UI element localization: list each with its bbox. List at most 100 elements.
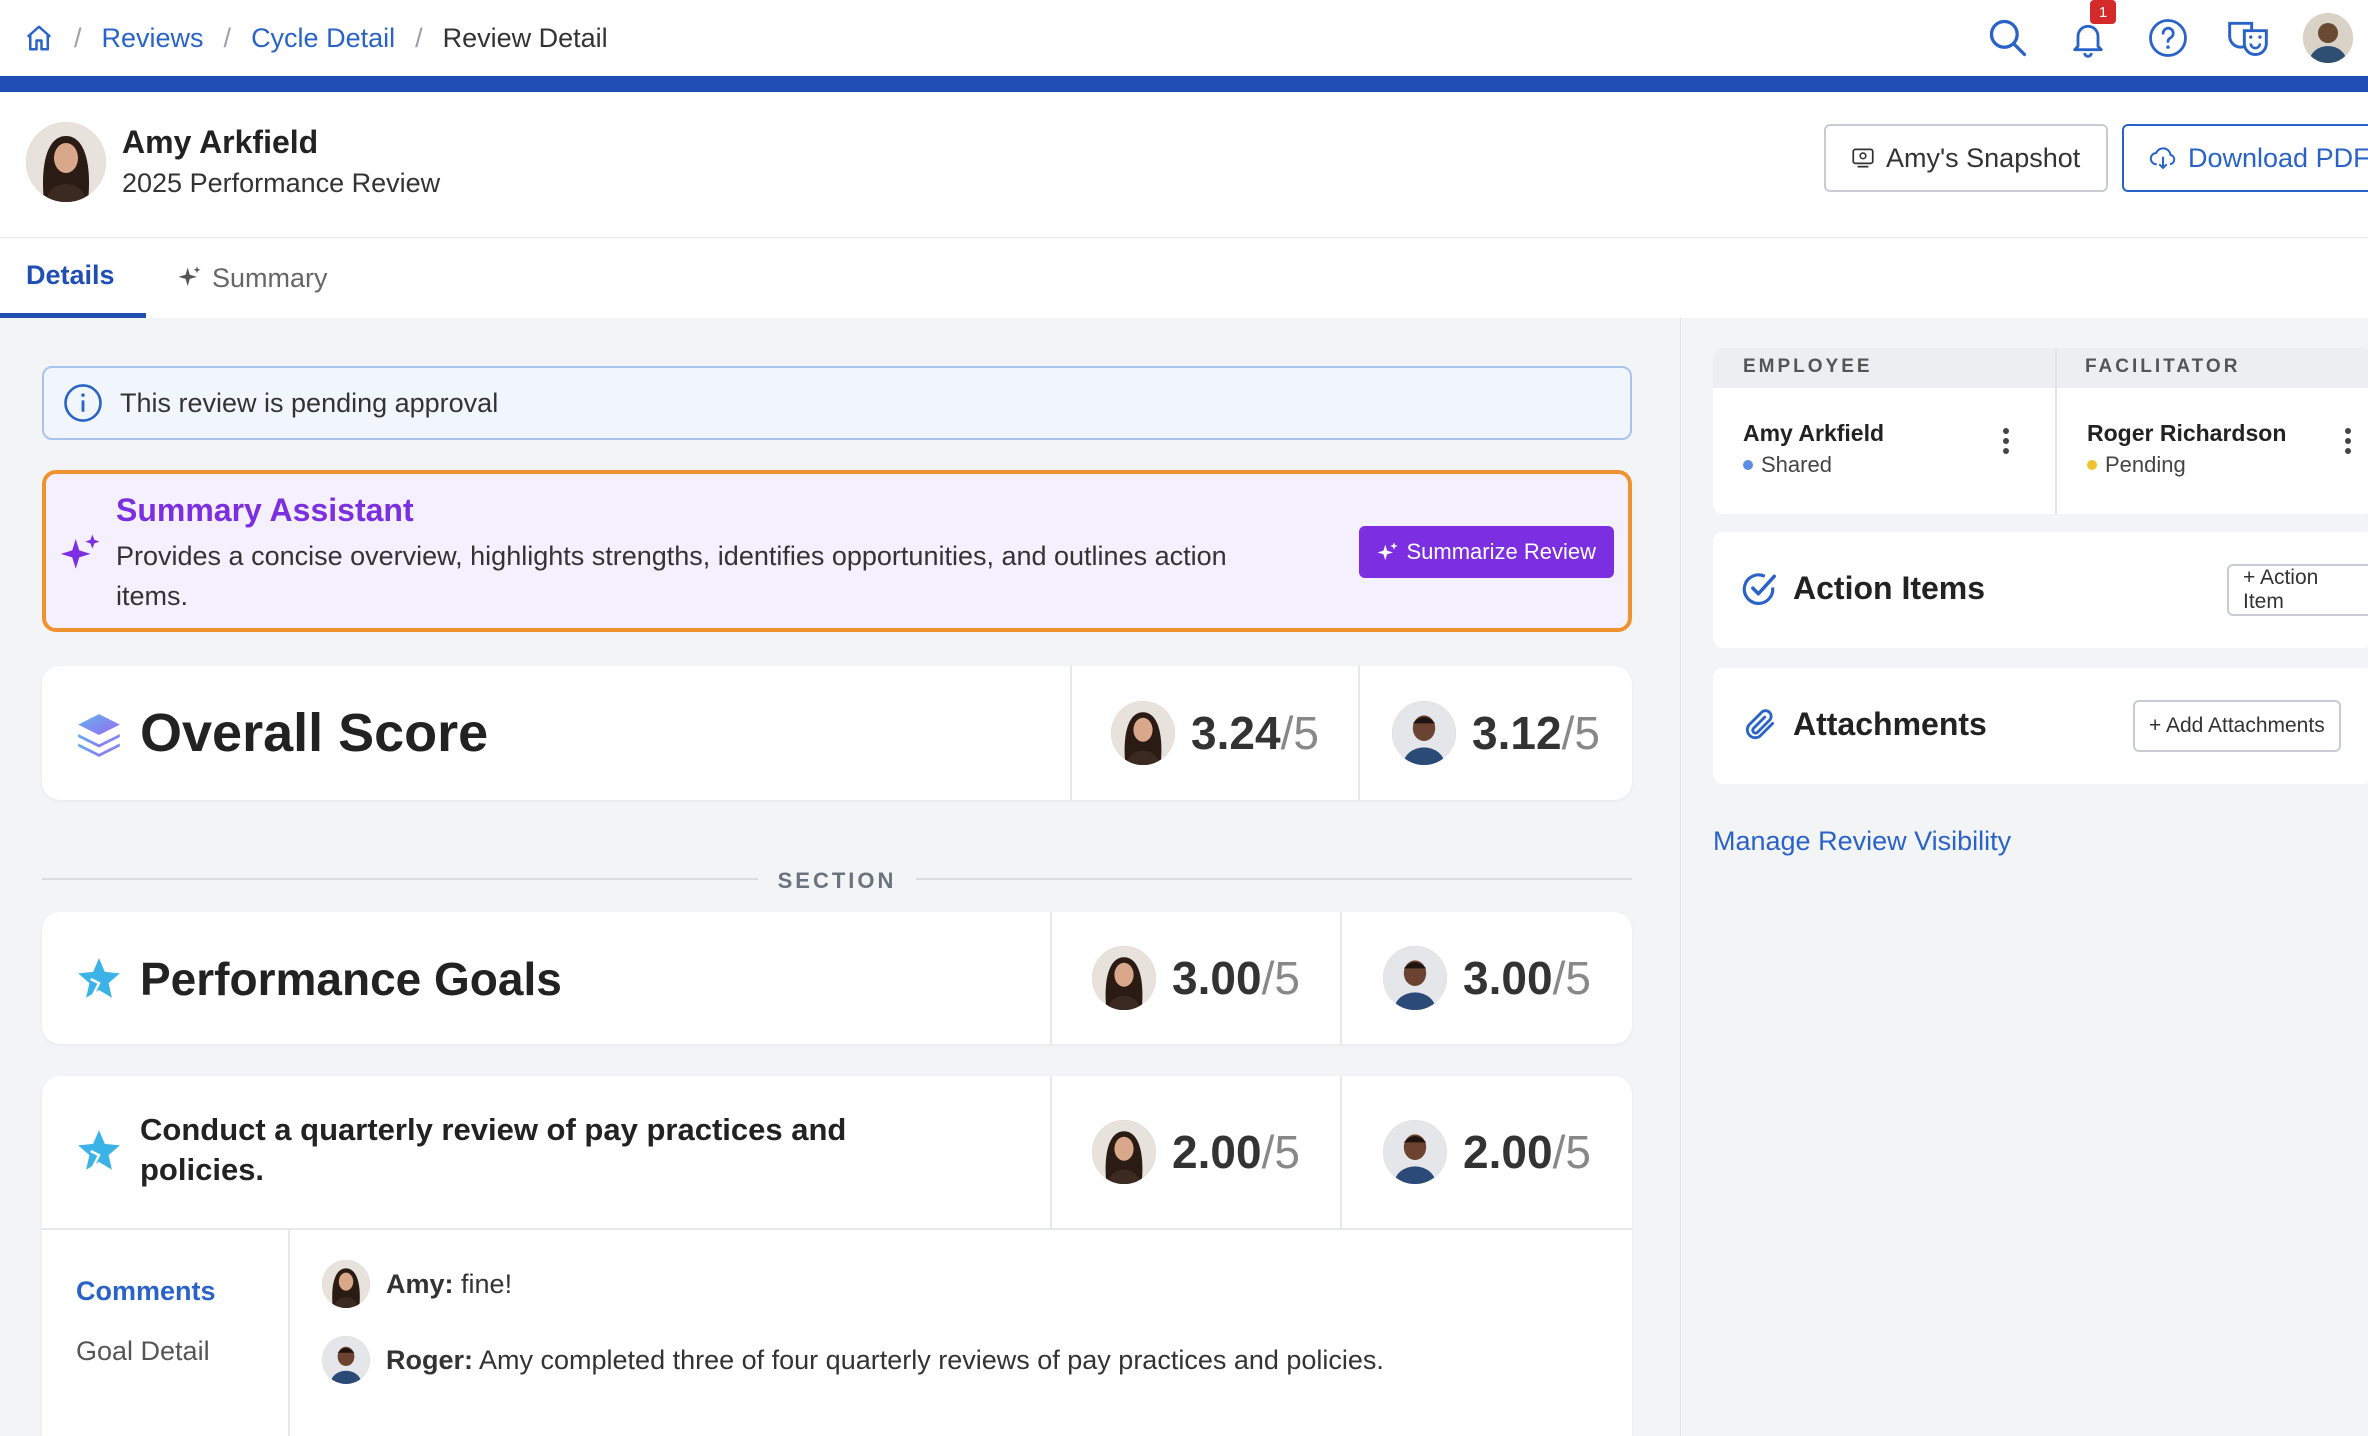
attachments-card: Attachments + Add Attachments bbox=[1713, 668, 2368, 784]
banner-text: This review is pending approval bbox=[120, 387, 499, 418]
top-icons: 1 bbox=[1968, 0, 2368, 76]
add-action-item-button[interactable]: + Action Item bbox=[2227, 564, 2368, 616]
star-icon bbox=[74, 954, 124, 1004]
goal-subnav: Comments Goal Detail bbox=[42, 1230, 290, 1436]
facilitator-overall-score: 3.12/5 bbox=[1358, 666, 1632, 800]
overall-score-card: Overall Score 3.24/5 3.12/5 bbox=[42, 666, 1632, 800]
tab-bar: Details Summary bbox=[0, 238, 2368, 318]
summarize-review-button[interactable]: Summarize Review bbox=[1358, 526, 1614, 578]
more-options-icon[interactable] bbox=[2345, 428, 2351, 458]
user-avatar-button[interactable] bbox=[2288, 0, 2368, 76]
score-denominator: /5 bbox=[1561, 707, 1600, 759]
facilitator-avatar bbox=[322, 1336, 370, 1384]
summary-assistant-description: Provides a concise overview, highlights … bbox=[116, 541, 1227, 611]
action-items-card: Action Items + Action Item bbox=[1713, 532, 2368, 648]
facilitator-avatar bbox=[1383, 1120, 1448, 1184]
score-value: 3.00 bbox=[1463, 952, 1553, 1004]
section-divider: SECTION bbox=[42, 868, 1632, 893]
search-icon[interactable] bbox=[1968, 0, 2048, 76]
goal-title: Conduct a quarterly review of pay practi… bbox=[140, 1112, 847, 1187]
star-icon bbox=[74, 1126, 124, 1176]
top-navigation-bar: / Reviews / Cycle Detail / Review Detail… bbox=[0, 0, 2368, 76]
goal-detail-nav-item[interactable]: Goal Detail bbox=[76, 1336, 210, 1367]
facilitator-goals-score: 3.00/5 bbox=[1340, 912, 1632, 1044]
facilitator-participant-status: Pending bbox=[2087, 452, 2186, 478]
score-denominator: /5 bbox=[1280, 707, 1319, 759]
breadcrumb-cycle-detail-link[interactable]: Cycle Detail bbox=[251, 23, 395, 54]
tab-summary[interactable]: Summary bbox=[176, 238, 328, 318]
action-items-title: Action Items bbox=[1793, 570, 1986, 606]
summarize-review-label: Summarize Review bbox=[1406, 539, 1597, 564]
comments-nav-item[interactable]: Comments bbox=[76, 1276, 216, 1307]
manage-review-visibility-link[interactable]: Manage Review Visibility bbox=[1713, 826, 2011, 857]
facilitator-participant-name: Roger Richardson bbox=[2087, 420, 2287, 446]
facilitator-avatar bbox=[1383, 946, 1448, 1010]
score-denominator: /5 bbox=[1552, 1126, 1591, 1178]
avatar bbox=[2303, 13, 2353, 63]
employee-avatar bbox=[1111, 701, 1176, 765]
employee-goals-score: 3.00/5 bbox=[1050, 912, 1340, 1044]
sparkle-icon bbox=[176, 264, 204, 292]
status-text: Pending bbox=[2105, 452, 2186, 477]
help-icon[interactable] bbox=[2128, 0, 2208, 76]
overall-score-title: Overall Score bbox=[140, 703, 489, 763]
notification-badge: 1 bbox=[2090, 0, 2116, 24]
breadcrumb-separator: / bbox=[223, 22, 232, 53]
tab-details-label: Details bbox=[26, 260, 115, 290]
comment-text: Amy completed three of four quarterly re… bbox=[479, 1344, 1384, 1375]
score-denominator: /5 bbox=[1261, 952, 1300, 1004]
add-attachments-button[interactable]: + Add Attachments bbox=[2133, 700, 2341, 752]
employee-name: Amy Arkfield bbox=[122, 124, 319, 160]
score-value: 3.00 bbox=[1172, 952, 1262, 1004]
pending-approval-banner: This review is pending approval bbox=[42, 366, 1632, 440]
checkmark-circle-icon bbox=[1741, 570, 1779, 608]
score-value: 2.00 bbox=[1463, 1126, 1553, 1178]
download-pdf-button[interactable]: Download PDF bbox=[2122, 124, 2368, 192]
divider-line bbox=[42, 878, 758, 880]
more-options-icon[interactable] bbox=[2003, 428, 2009, 458]
ai-sparkle-icon bbox=[60, 532, 102, 574]
participants-header: EMPLOYEE FACILITATOR bbox=[1713, 348, 2368, 388]
breadcrumb-separator: / bbox=[74, 22, 82, 53]
comment-author: Amy: bbox=[386, 1268, 454, 1299]
snapshot-icon bbox=[1850, 145, 1876, 171]
notification-bell-icon[interactable]: 1 bbox=[2048, 0, 2128, 76]
comment-item: Amy: fine! bbox=[322, 1260, 512, 1308]
employee-avatar bbox=[322, 1260, 370, 1308]
employee-avatar bbox=[1092, 946, 1157, 1010]
breadcrumb: / Reviews / Cycle Detail / Review Detail bbox=[24, 23, 608, 54]
theater-masks-icon[interactable] bbox=[2208, 0, 2288, 76]
score-value: 3.12 bbox=[1472, 707, 1562, 759]
tab-summary-label: Summary bbox=[212, 262, 328, 293]
summary-assistant-title: Summary Assistant bbox=[116, 492, 414, 528]
employee-participant-name: Amy Arkfield bbox=[1743, 420, 1885, 446]
home-icon[interactable] bbox=[24, 23, 54, 53]
score-value: 2.00 bbox=[1172, 1126, 1262, 1178]
participants-card: EMPLOYEE FACILITATOR Amy Arkfield Shared… bbox=[1713, 348, 2368, 514]
goal-item-card: Conduct a quarterly review of pay practi… bbox=[42, 1076, 1632, 1436]
facilitator-goal-score: 2.00/5 bbox=[1340, 1076, 1632, 1228]
comment-item: Roger: Amy completed three of four quart… bbox=[322, 1336, 1384, 1384]
brand-strip bbox=[0, 76, 2368, 92]
snapshot-button-label: Amy's Snapshot bbox=[1886, 142, 2081, 173]
employee-avatar bbox=[26, 122, 106, 202]
status-dot bbox=[1743, 460, 1753, 470]
attachments-title: Attachments bbox=[1793, 706, 1987, 742]
tab-details[interactable]: Details bbox=[0, 238, 146, 318]
breadcrumb-current: Review Detail bbox=[442, 22, 608, 53]
employee-avatar bbox=[1092, 1120, 1157, 1184]
comment-text: fine! bbox=[461, 1268, 513, 1299]
sparkle-icon bbox=[1376, 541, 1399, 563]
performance-goals-title: Performance Goals bbox=[140, 953, 562, 1005]
section-label: SECTION bbox=[777, 868, 897, 893]
score-denominator: /5 bbox=[1261, 1126, 1300, 1178]
score-denominator: /5 bbox=[1552, 952, 1591, 1004]
review-sidebar: EMPLOYEE FACILITATOR Amy Arkfield Shared… bbox=[1680, 318, 2368, 1436]
breadcrumb-reviews-link[interactable]: Reviews bbox=[102, 23, 204, 54]
info-icon bbox=[62, 382, 104, 424]
employee-participant-status: Shared bbox=[1743, 452, 1832, 478]
snapshot-button[interactable]: Amy's Snapshot bbox=[1824, 124, 2108, 192]
status-text: Shared bbox=[1761, 452, 1832, 477]
participants-divider bbox=[2055, 348, 2057, 514]
review-main-panel: This review is pending approval Summary … bbox=[0, 318, 1680, 1436]
